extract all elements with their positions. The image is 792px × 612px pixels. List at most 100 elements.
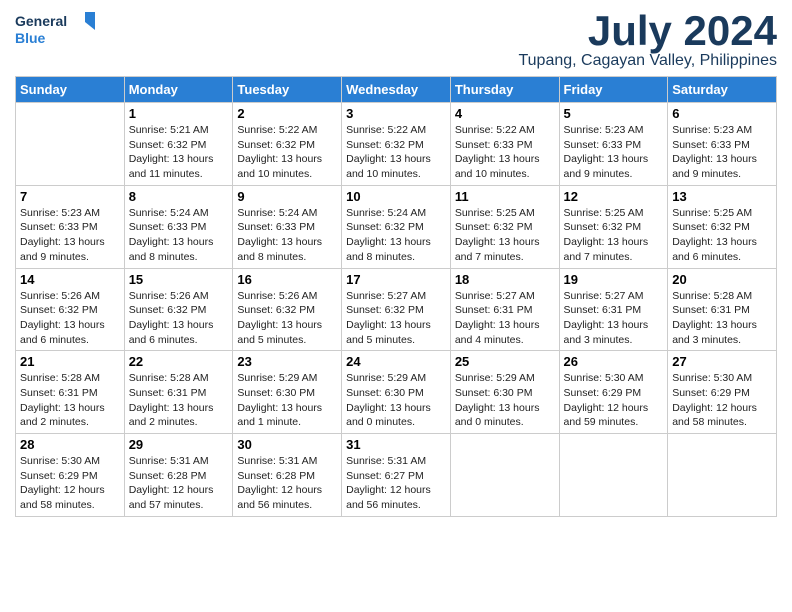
day-info: Sunrise: 5:24 AM Sunset: 6:32 PM Dayligh… <box>346 206 446 265</box>
week-row-1: 1 Sunrise: 5:21 AM Sunset: 6:32 PM Daylig… <box>16 103 777 186</box>
day-info: Sunrise: 5:29 AM Sunset: 6:30 PM Dayligh… <box>455 371 555 430</box>
day-info: Sunrise: 5:23 AM Sunset: 6:33 PM Dayligh… <box>672 123 772 182</box>
day-info: Sunrise: 5:31 AM Sunset: 6:28 PM Dayligh… <box>237 454 337 513</box>
day-info: Sunrise: 5:27 AM Sunset: 6:31 PM Dayligh… <box>564 289 664 348</box>
day-info: Sunrise: 5:26 AM Sunset: 6:32 PM Dayligh… <box>237 289 337 348</box>
week-row-4: 21 Sunrise: 5:28 AM Sunset: 6:31 PM Dayli… <box>16 351 777 434</box>
day-number: 12 <box>564 189 664 204</box>
day-number: 14 <box>20 272 120 287</box>
day-number: 19 <box>564 272 664 287</box>
col-header-tuesday: Tuesday <box>233 77 342 103</box>
day-info: Sunrise: 5:25 AM Sunset: 6:32 PM Dayligh… <box>672 206 772 265</box>
day-number: 10 <box>346 189 446 204</box>
calendar-table: SundayMondayTuesdayWednesdayThursdayFrid… <box>15 76 777 517</box>
col-header-wednesday: Wednesday <box>342 77 451 103</box>
day-cell: 14 Sunrise: 5:26 AM Sunset: 6:32 PM Dayli… <box>16 268 125 351</box>
day-number: 9 <box>237 189 337 204</box>
day-info: Sunrise: 5:29 AM Sunset: 6:30 PM Dayligh… <box>237 371 337 430</box>
day-number: 3 <box>346 106 446 121</box>
day-number: 7 <box>20 189 120 204</box>
day-cell: 24 Sunrise: 5:29 AM Sunset: 6:30 PM Dayli… <box>342 351 451 434</box>
day-number: 21 <box>20 354 120 369</box>
day-cell: 23 Sunrise: 5:29 AM Sunset: 6:30 PM Dayli… <box>233 351 342 434</box>
location-title: Tupang, Cagayan Valley, Philippines <box>518 52 777 70</box>
month-title: July 2024 <box>518 10 777 52</box>
day-cell: 15Sunrise: 5:26 AM Sunset: 6:32 PM Dayli… <box>124 268 233 351</box>
day-cell <box>559 434 668 517</box>
day-cell: 12 Sunrise: 5:25 AM Sunset: 6:32 PM Dayli… <box>559 185 668 268</box>
day-cell: 7 Sunrise: 5:23 AM Sunset: 6:33 PM Daylig… <box>16 185 125 268</box>
day-number: 6 <box>672 106 772 121</box>
day-info: Sunrise: 5:22 AM Sunset: 6:33 PM Dayligh… <box>455 123 555 182</box>
day-number: 2 <box>237 106 337 121</box>
day-cell: 3 Sunrise: 5:22 AM Sunset: 6:32 PM Daylig… <box>342 103 451 186</box>
day-number: 24 <box>346 354 446 369</box>
day-cell: 2 Sunrise: 5:22 AM Sunset: 6:32 PM Daylig… <box>233 103 342 186</box>
day-info: Sunrise: 5:28 AM Sunset: 6:31 PM Dayligh… <box>672 289 772 348</box>
day-number: 4 <box>455 106 555 121</box>
day-info: Sunrise: 5:30 AM Sunset: 6:29 PM Dayligh… <box>20 454 120 513</box>
logo-svg: General Blue <box>15 10 95 54</box>
day-cell: 20 Sunrise: 5:28 AM Sunset: 6:31 PM Dayli… <box>668 268 777 351</box>
day-number: 1 <box>129 106 229 121</box>
day-number: 31 <box>346 437 446 452</box>
col-header-thursday: Thursday <box>450 77 559 103</box>
day-number: 23 <box>237 354 337 369</box>
day-cell: 10 Sunrise: 5:24 AM Sunset: 6:32 PM Dayli… <box>342 185 451 268</box>
day-info: Sunrise: 5:26 AM Sunset: 6:32 PM Dayligh… <box>20 289 120 348</box>
day-number: 20 <box>672 272 772 287</box>
day-cell: 5Sunrise: 5:23 AM Sunset: 6:33 PM Daylig… <box>559 103 668 186</box>
day-info: Sunrise: 5:28 AM Sunset: 6:31 PM Dayligh… <box>20 371 120 430</box>
day-cell: 22Sunrise: 5:28 AM Sunset: 6:31 PM Dayli… <box>124 351 233 434</box>
week-row-2: 7 Sunrise: 5:23 AM Sunset: 6:33 PM Daylig… <box>16 185 777 268</box>
day-cell: 13 Sunrise: 5:25 AM Sunset: 6:32 PM Dayli… <box>668 185 777 268</box>
day-number: 28 <box>20 437 120 452</box>
col-header-sunday: Sunday <box>16 77 125 103</box>
day-info: Sunrise: 5:21 AM Sunset: 6:32 PM Dayligh… <box>129 123 229 182</box>
day-number: 18 <box>455 272 555 287</box>
day-number: 29 <box>129 437 229 452</box>
day-cell: 16Sunrise: 5:26 AM Sunset: 6:32 PM Dayli… <box>233 268 342 351</box>
day-cell: 19 Sunrise: 5:27 AM Sunset: 6:31 PM Dayli… <box>559 268 668 351</box>
day-info: Sunrise: 5:25 AM Sunset: 6:32 PM Dayligh… <box>564 206 664 265</box>
day-number: 13 <box>672 189 772 204</box>
day-cell: 29 Sunrise: 5:31 AM Sunset: 6:28 PM Dayli… <box>124 434 233 517</box>
day-info: Sunrise: 5:31 AM Sunset: 6:27 PM Dayligh… <box>346 454 446 513</box>
day-info: Sunrise: 5:22 AM Sunset: 6:32 PM Dayligh… <box>237 123 337 182</box>
day-cell: 6 Sunrise: 5:23 AM Sunset: 6:33 PM Daylig… <box>668 103 777 186</box>
title-block: July 2024 Tupang, Cagayan Valley, Philip… <box>518 10 777 70</box>
day-info: Sunrise: 5:23 AM Sunset: 6:33 PM Dayligh… <box>20 206 120 265</box>
day-cell: 31 Sunrise: 5:31 AM Sunset: 6:27 PM Dayli… <box>342 434 451 517</box>
day-number: 30 <box>237 437 337 452</box>
day-info: Sunrise: 5:23 AM Sunset: 6:33 PM Dayligh… <box>564 123 664 182</box>
day-info: Sunrise: 5:29 AM Sunset: 6:30 PM Dayligh… <box>346 371 446 430</box>
svg-text:Blue: Blue <box>15 30 46 46</box>
day-cell: 26 Sunrise: 5:30 AM Sunset: 6:29 PM Dayli… <box>559 351 668 434</box>
day-cell <box>668 434 777 517</box>
day-number: 25 <box>455 354 555 369</box>
day-info: Sunrise: 5:30 AM Sunset: 6:29 PM Dayligh… <box>672 371 772 430</box>
col-header-friday: Friday <box>559 77 668 103</box>
day-info: Sunrise: 5:30 AM Sunset: 6:29 PM Dayligh… <box>564 371 664 430</box>
col-header-saturday: Saturday <box>668 77 777 103</box>
day-cell: 30 Sunrise: 5:31 AM Sunset: 6:28 PM Dayli… <box>233 434 342 517</box>
day-info: Sunrise: 5:22 AM Sunset: 6:32 PM Dayligh… <box>346 123 446 182</box>
day-cell <box>450 434 559 517</box>
day-cell: 28 Sunrise: 5:30 AM Sunset: 6:29 PM Dayli… <box>16 434 125 517</box>
day-cell: 4 Sunrise: 5:22 AM Sunset: 6:33 PM Daylig… <box>450 103 559 186</box>
day-number: 26 <box>564 354 664 369</box>
week-row-5: 28 Sunrise: 5:30 AM Sunset: 6:29 PM Dayli… <box>16 434 777 517</box>
day-info: Sunrise: 5:24 AM Sunset: 6:33 PM Dayligh… <box>129 206 229 265</box>
week-row-3: 14 Sunrise: 5:26 AM Sunset: 6:32 PM Dayli… <box>16 268 777 351</box>
day-cell: 11Sunrise: 5:25 AM Sunset: 6:32 PM Dayli… <box>450 185 559 268</box>
day-number: 17 <box>346 272 446 287</box>
day-cell <box>16 103 125 186</box>
day-number: 15 <box>129 272 229 287</box>
logo: General Blue <box>15 10 95 54</box>
day-cell: 25 Sunrise: 5:29 AM Sunset: 6:30 PM Dayli… <box>450 351 559 434</box>
day-number: 22 <box>129 354 229 369</box>
day-info: Sunrise: 5:31 AM Sunset: 6:28 PM Dayligh… <box>129 454 229 513</box>
day-cell: 8Sunrise: 5:24 AM Sunset: 6:33 PM Daylig… <box>124 185 233 268</box>
day-info: Sunrise: 5:24 AM Sunset: 6:33 PM Dayligh… <box>237 206 337 265</box>
day-cell: 18Sunrise: 5:27 AM Sunset: 6:31 PM Dayli… <box>450 268 559 351</box>
